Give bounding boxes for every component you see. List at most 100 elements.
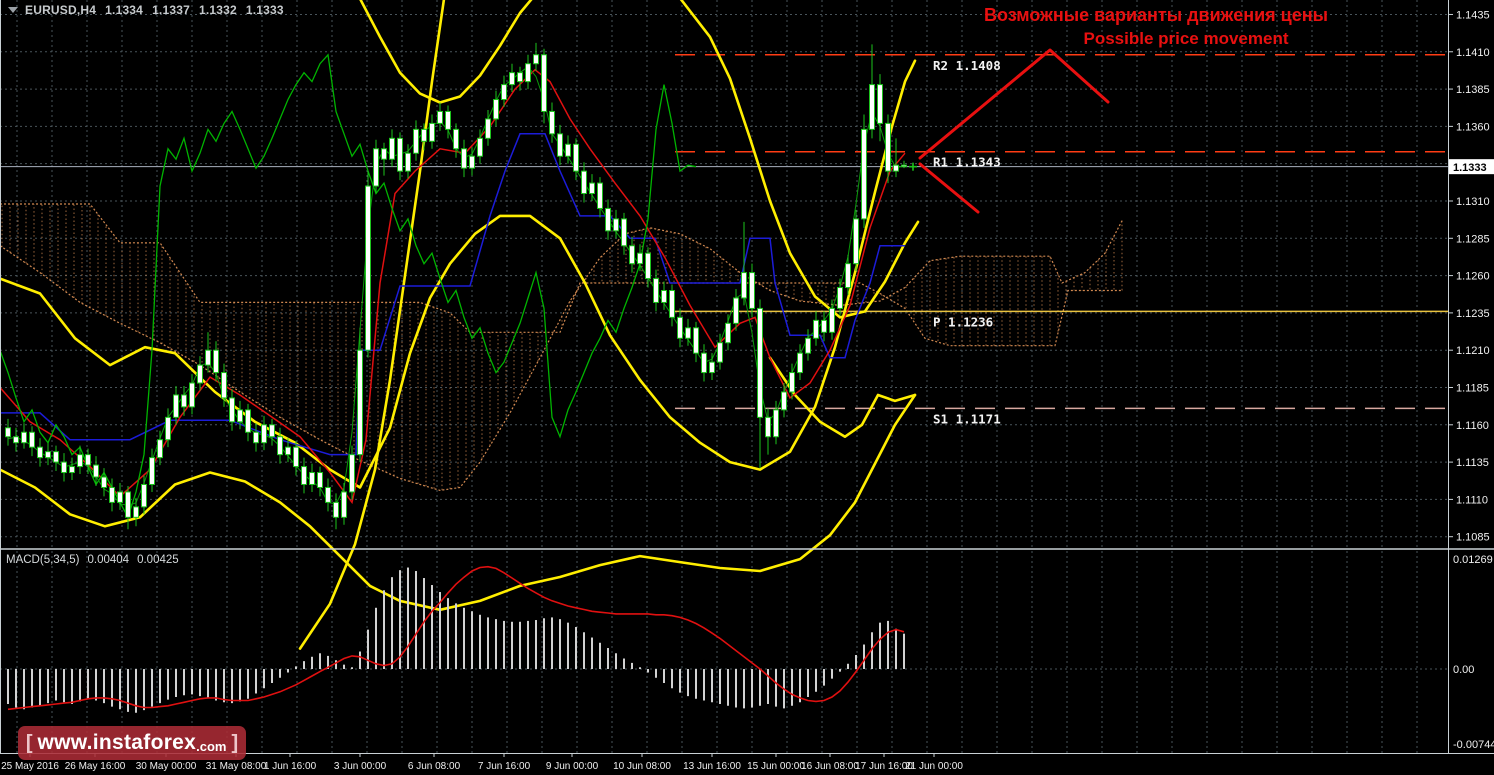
candle-body bbox=[709, 361, 715, 374]
pivot-label-S1: S1 1.1171 bbox=[933, 411, 1001, 426]
candle-body bbox=[653, 278, 659, 303]
candle-body bbox=[29, 431, 35, 448]
ichimoku-cloud-layer bbox=[0, 203, 1124, 492]
candle-body bbox=[413, 128, 419, 154]
candle-body bbox=[893, 164, 899, 172]
time-axis-label: 15 Jun 00:00 bbox=[747, 761, 805, 772]
candle-body bbox=[109, 486, 115, 503]
candle-body bbox=[453, 128, 459, 150]
candle-body bbox=[149, 457, 155, 485]
candle-body bbox=[525, 63, 531, 83]
time-axis-label: 1 Jun 16:00 bbox=[264, 761, 317, 772]
candle-body bbox=[869, 84, 875, 130]
candle-body bbox=[221, 372, 227, 399]
candle-body bbox=[581, 170, 587, 195]
candle-body bbox=[557, 133, 563, 157]
time-axis-label: 13 Jun 16:00 bbox=[683, 761, 741, 772]
price-axis-label: 1.1235 bbox=[1456, 308, 1490, 320]
candle-body bbox=[573, 143, 579, 172]
candle-body bbox=[717, 342, 723, 363]
time-axis-label: 9 Jun 00:00 bbox=[546, 761, 599, 772]
price-axis-label: 1.1310 bbox=[1456, 196, 1490, 208]
candle-body bbox=[637, 252, 643, 265]
time-axis-label: 10 Jun 08:00 bbox=[613, 761, 671, 772]
candle-body bbox=[53, 451, 59, 463]
candle-body bbox=[397, 137, 403, 172]
candle-body bbox=[477, 137, 483, 157]
candle-body bbox=[589, 182, 595, 195]
candle-body bbox=[277, 436, 283, 456]
candle-body bbox=[245, 409, 251, 433]
candle-body bbox=[461, 148, 467, 169]
watermark-bracket-left: [ bbox=[25, 731, 33, 754]
pivot-label-P: P 1.1236 bbox=[933, 314, 993, 329]
candle-body bbox=[565, 143, 571, 157]
candle-body bbox=[773, 409, 779, 438]
price-axis-label: 1.1435 bbox=[1456, 9, 1490, 21]
candle-body bbox=[821, 319, 827, 333]
candle-body bbox=[429, 122, 435, 142]
price-axis-label: 1.1360 bbox=[1456, 121, 1490, 133]
candle-body bbox=[757, 307, 763, 418]
candle-body bbox=[61, 461, 67, 474]
candle-body bbox=[365, 185, 371, 351]
macd-axis-label: 0.00 bbox=[1453, 664, 1474, 676]
symbol-marker-icon bbox=[8, 7, 18, 14]
watermark-text: www.instaforex bbox=[37, 731, 197, 754]
candle-body bbox=[613, 218, 619, 232]
ohlc-low: 1.1332 bbox=[198, 3, 237, 17]
candle-body bbox=[725, 322, 731, 344]
candle-body bbox=[421, 128, 427, 142]
price-axis-label: 1.1085 bbox=[1456, 532, 1490, 544]
macd-histogram bbox=[7, 567, 905, 713]
candle-body bbox=[621, 218, 627, 247]
instaforex-watermark: [ www.instaforex .com ] bbox=[18, 726, 246, 760]
price-axis-label: 1.1385 bbox=[1456, 84, 1490, 96]
macd-indicator-label: MACD(5,34,5) 0.00404 0.00425 bbox=[6, 554, 179, 566]
pivot-label-R1: R1 1.1343 bbox=[933, 155, 1001, 170]
chart-canvas[interactable]: 1.1435 1.1410 1.1385 1.1360 1.1310 1.1285 1.12… bbox=[0, 0, 1494, 775]
candle-body bbox=[189, 382, 195, 408]
candle-body bbox=[829, 307, 835, 333]
candle-body bbox=[317, 472, 323, 488]
candle-body bbox=[605, 207, 611, 232]
candle-body bbox=[269, 424, 275, 438]
candle-body bbox=[93, 464, 99, 478]
candle-body bbox=[125, 491, 131, 518]
candle-body bbox=[229, 397, 235, 423]
current-price-label: 1.1333 bbox=[1453, 162, 1487, 174]
time-axis-label: 3 Jun 00:00 bbox=[334, 761, 387, 772]
candle-body bbox=[885, 122, 891, 172]
candle-body bbox=[701, 352, 707, 374]
candle-body bbox=[469, 155, 475, 169]
candle-body bbox=[389, 137, 395, 160]
watermark-suffix: .com bbox=[196, 738, 227, 754]
candle-body bbox=[749, 272, 755, 309]
candle-body bbox=[261, 424, 267, 444]
candle-body bbox=[517, 72, 523, 83]
candle-body bbox=[853, 218, 859, 265]
candle-body bbox=[533, 54, 539, 65]
price-axis-label: 1.1110 bbox=[1456, 494, 1488, 506]
candle-body bbox=[373, 148, 379, 187]
kijun-sen-line bbox=[0, 133, 905, 456]
candle-body bbox=[805, 337, 811, 354]
chart-title-bar: EURUSD,H4 1.1334 1.1337 1.1332 1.1333 bbox=[6, 3, 284, 17]
ohlc-high: 1.1337 bbox=[152, 3, 190, 17]
candle-body bbox=[213, 349, 219, 374]
annotation-text-russian: Возможные варианты движения цены bbox=[984, 5, 1328, 25]
candle-body bbox=[133, 506, 139, 518]
candle-body bbox=[101, 476, 107, 488]
pivot-lines-layer bbox=[675, 54, 1448, 410]
candle-body bbox=[629, 245, 635, 265]
candle-body bbox=[293, 446, 299, 468]
candle-body bbox=[597, 182, 603, 209]
candle-body bbox=[437, 110, 443, 124]
price-axis-label: 1.1185 bbox=[1456, 382, 1489, 394]
candle-body bbox=[549, 110, 555, 135]
forecast-arrows bbox=[918, 48, 1110, 214]
time-axis-label: 30 May 00:00 bbox=[136, 761, 197, 772]
time-axis-label: 6 Jun 08:00 bbox=[408, 761, 461, 772]
price-axis: 1.1435 1.1410 1.1385 1.1360 1.1310 1.1285 1.12… bbox=[1448, 9, 1494, 544]
time-axis-label: 25 May 2016 bbox=[1, 761, 59, 772]
